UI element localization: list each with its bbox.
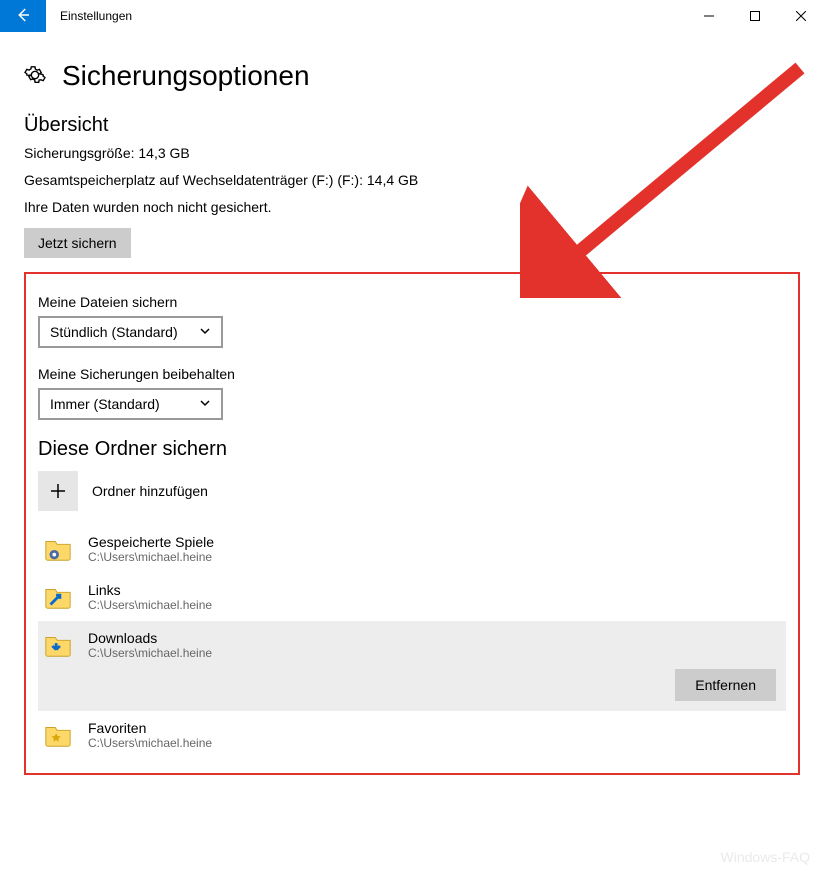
- folder-name: Favoriten: [88, 720, 212, 736]
- minimize-button[interactable]: [686, 0, 732, 32]
- chevron-down-icon: [199, 396, 211, 412]
- frequency-label: Meine Dateien sichern: [38, 294, 786, 310]
- folder-row[interactable]: Favoriten C:\Users\michael.heine: [38, 711, 786, 759]
- watermark-text: Windows-FAQ: [721, 849, 810, 865]
- window-titlebar: Einstellungen: [0, 0, 824, 32]
- retention-dropdown[interactable]: Immer (Standard): [38, 388, 223, 420]
- plus-icon: [38, 471, 78, 511]
- links-folder-icon: [42, 581, 74, 613]
- folder-name: Gespeicherte Spiele: [88, 534, 214, 550]
- maximize-button[interactable]: [732, 0, 778, 32]
- page-content: Sicherungsoptionen Übersicht Sicherungsg…: [0, 32, 824, 785]
- close-button[interactable]: [778, 0, 824, 32]
- frequency-value: Stündlich (Standard): [50, 324, 178, 340]
- folder-path: C:\Users\michael.heine: [88, 646, 212, 660]
- storage-space-text: Gesamtspeicherplatz auf Wechseldatenträg…: [24, 170, 800, 191]
- folder-path: C:\Users\michael.heine: [88, 736, 212, 750]
- window-controls: [686, 0, 824, 32]
- backup-status-text: Ihre Daten wurden noch nicht gesichert.: [24, 197, 800, 218]
- retention-value: Immer (Standard): [50, 396, 160, 412]
- folder-path: C:\Users\michael.heine: [88, 598, 212, 612]
- maximize-icon: [750, 8, 760, 24]
- back-arrow-icon: [14, 6, 32, 27]
- remove-folder-button[interactable]: Entfernen: [675, 669, 776, 701]
- retention-label: Meine Sicherungen beibehalten: [38, 366, 786, 382]
- saved-games-folder-icon: [42, 533, 74, 565]
- folder-row[interactable]: Links C:\Users\michael.heine: [38, 573, 786, 621]
- window-title: Einstellungen: [46, 9, 132, 23]
- downloads-folder-icon: [42, 629, 74, 661]
- add-folder-label: Ordner hinzufügen: [92, 483, 208, 499]
- folders-heading: Diese Ordner sichern: [38, 438, 786, 461]
- overview-heading: Übersicht: [24, 114, 800, 137]
- folder-row[interactable]: Gespeicherte Spiele C:\Users\michael.hei…: [38, 525, 786, 573]
- add-folder-button[interactable]: Ordner hinzufügen: [38, 471, 786, 511]
- backup-size-text: Sicherungsgröße: 14,3 GB: [24, 143, 800, 164]
- page-title: Sicherungsoptionen: [62, 60, 310, 92]
- folder-path: C:\Users\michael.heine: [88, 550, 214, 564]
- back-button[interactable]: [0, 0, 46, 32]
- close-icon: [796, 8, 806, 24]
- highlighted-settings-box: Meine Dateien sichern Stündlich (Standar…: [24, 272, 800, 775]
- folder-name: Links: [88, 582, 212, 598]
- folder-name: Downloads: [88, 630, 212, 646]
- backup-now-button[interactable]: Jetzt sichern: [24, 228, 131, 258]
- page-header: Sicherungsoptionen: [24, 60, 800, 92]
- gear-icon: [24, 64, 46, 89]
- minimize-icon: [704, 8, 714, 24]
- favorites-folder-icon: [42, 719, 74, 751]
- frequency-dropdown[interactable]: Stündlich (Standard): [38, 316, 223, 348]
- folder-row-selected[interactable]: Downloads C:\Users\michael.heine Entfern…: [38, 621, 786, 711]
- chevron-down-icon: [199, 324, 211, 340]
